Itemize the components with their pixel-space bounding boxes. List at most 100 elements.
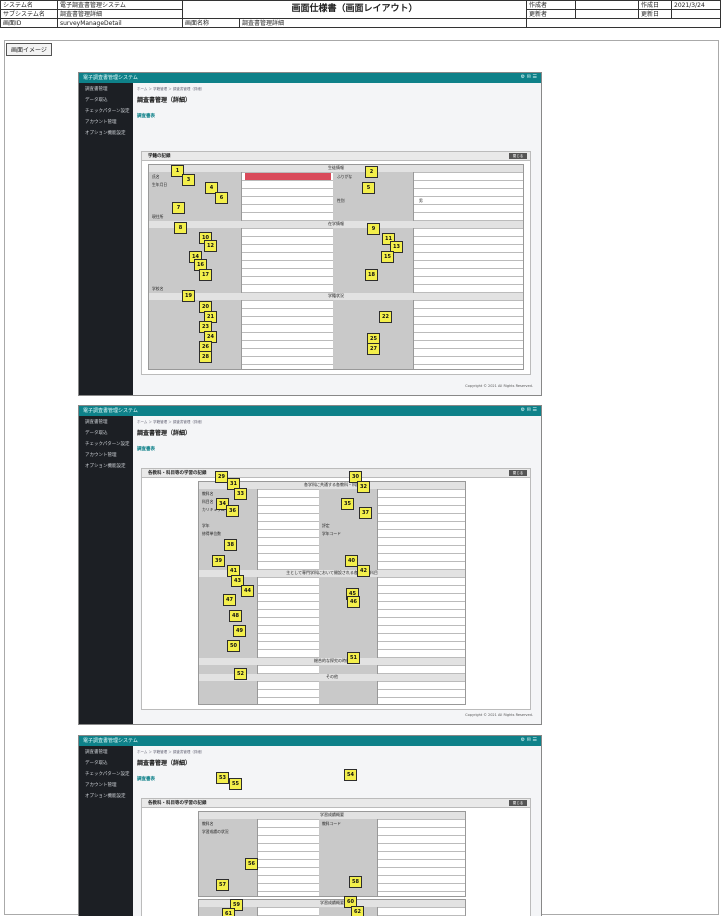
screen-image-3: 電子調査書管理システム ⚙ ✉ ☰ 調査書管理 データ取込 チェックパターン設定… [78,735,542,916]
screen-name-label: 画面名称 [182,18,240,28]
breadcrumb[interactable]: ホーム ＞ 学籍管理 ＞ 調査書管理（詳細） [137,420,537,425]
callout-marker: 52 [234,668,247,680]
card-header: 各教科・科目等の学習の記録 閉じる [142,799,530,808]
page-title: 調査書管理（詳細） [137,760,192,767]
app-brand: 電子調査書管理システム [83,75,138,81]
breadcrumb[interactable]: ホーム ＞ 学籍管理 ＞ 調査書管理（詳細） [137,87,537,92]
name-field-highlight [245,173,331,180]
topbar-icons[interactable]: ⚙ ✉ ☰ [521,74,537,80]
card-title: 学籍の記録 [148,154,171,159]
app-topbar: 電子調査書管理システム ⚙ ✉ ☰ [79,406,541,416]
author-label: 作成者 [526,0,576,10]
callout-marker: 32 [357,481,370,493]
cell-label: 学年 [202,523,210,528]
copyright: Copyright © 2021 All Rights Reserved. [465,384,533,388]
callout-marker: 55 [229,778,242,790]
app-brand: 電子調査書管理システム [83,738,138,744]
system-value: 電子調査書管理システム [57,0,183,10]
callout-marker: 9 [367,223,380,235]
callout-marker: 42 [357,565,370,577]
breadcrumb[interactable]: ホーム ＞ 学籍管理 ＞ 調査書管理（詳細） [137,750,537,755]
sidebar-item-check[interactable]: チェックパターン設定 [79,768,133,779]
close-button[interactable]: 閉じる [509,153,527,159]
doc-title: 画面仕様書（画面レイアウト） [182,0,527,19]
callout-marker: 8 [174,222,187,234]
callout-marker: 58 [349,876,362,888]
screen-id-value: surveyManageDetail [57,18,183,28]
callout-marker: 19 [182,290,195,302]
sidebar-item-option[interactable]: オプション機能設定 [79,460,133,471]
callout-marker: 46 [347,596,360,608]
sidebar-item-account[interactable]: アカウント管理 [79,449,133,460]
callout-marker: 51 [347,652,360,664]
sidebar-item-import[interactable]: データ取込 [79,427,133,438]
cell-label: 氏名 [152,174,160,179]
callout-marker: 38 [224,539,237,551]
sidebar-item-check[interactable]: チェックパターン設定 [79,438,133,449]
app-topbar: 電子調査書管理システム ⚙ ✉ ☰ [79,736,541,746]
callout-marker: 47 [223,594,236,606]
callout-marker: 7 [172,202,185,214]
sidebar-item-account[interactable]: アカウント管理 [79,779,133,790]
summary-grid: 学習成績概要 教科名 教科コード 学習成績の状況 [198,811,466,897]
spec-header-table: システム名 電子調査書管理システム 画面仕様書（画面レイアウト） 作成者 作成日… [0,0,721,28]
callout-marker: 5 [362,182,375,194]
sidebar-item-survey[interactable]: 調査書管理 [79,416,133,427]
card-header: 各教科・科目等の学習の記録 閉じる [142,469,530,478]
callout-marker: 6 [215,192,228,204]
callout-marker: 54 [344,769,357,781]
callout-marker: 15 [381,251,394,263]
subheading: 調査書表 [137,447,155,452]
screen-id-label: 画面ID [0,18,58,28]
close-button[interactable]: 閉じる [509,470,527,476]
section-row: 総合的な探究の時間 [199,658,465,665]
sidebar-item-survey[interactable]: 調査書管理 [79,83,133,94]
subsystem-label: サブシステム名 [0,9,58,19]
created-date-label: 作成日 [638,0,672,10]
callout-marker: 44 [241,585,254,597]
topbar-icons[interactable]: ⚙ ✉ ☰ [521,737,537,743]
copyright: Copyright © 2021 All Rights Reserved. [465,713,533,717]
callout-marker: 50 [227,640,240,652]
callout-marker: 33 [234,488,247,500]
sidebar-item-account[interactable]: アカウント管理 [79,116,133,127]
updater-value [575,9,639,19]
callout-marker: 53 [216,772,229,784]
callout-marker: 49 [233,625,246,637]
sidebar-item-option[interactable]: オプション機能設定 [79,790,133,801]
sidebar-item-check[interactable]: チェックパターン設定 [79,105,133,116]
learning-card-2: 各教科・科目等の学習の記録 閉じる 学習成績概要 教科名 教科コード 学習成績の… [141,798,531,916]
page-description [137,768,537,772]
cell-label: 現住所 [152,214,164,219]
callout-marker: 3 [182,174,195,186]
subsystem-value: 調査書管理詳細 [57,9,183,19]
header-blank [526,18,721,28]
learning-card: 各教科・科目等の学習の記録 閉じる 各学科に共通する各教科・科目 主として専門学… [141,468,531,710]
cell-label: 生年月日 [152,182,168,187]
callout-marker: 28 [199,351,212,363]
sidebar-item-option[interactable]: オプション機能設定 [79,127,133,138]
created-date-value: 2021/3/24 [671,0,721,10]
cell-label: 教科名 [202,821,214,826]
system-label: システム名 [0,0,58,10]
app-main: ホーム ＞ 学籍管理 ＞ 調査書管理（詳細） 調査書管理（詳細） 調査書表 各教… [137,418,537,718]
cell-label: 性別 [337,198,345,203]
callout-marker: 2 [365,166,378,178]
author-value [575,0,639,10]
callout-marker: 57 [216,879,229,891]
screen-name-value: 調査書管理詳細 [239,18,527,28]
sidebar-item-survey[interactable]: 調査書管理 [79,746,133,757]
callout-marker: 27 [367,343,380,355]
updated-date-value [671,9,721,19]
sidebar-item-import[interactable]: データ取込 [79,94,133,105]
close-button[interactable]: 閉じる [509,800,527,806]
card-title: 各教科・科目等の学習の記録 [148,801,207,806]
page-title: 調査書管理（詳細） [137,97,192,104]
cell-value: 男 [419,198,423,203]
cell-label: 学校名 [152,286,164,291]
callout-marker: 12 [204,240,217,252]
sidebar-item-import[interactable]: データ取込 [79,757,133,768]
app-brand: 電子調査書管理システム [83,408,138,414]
updated-date-label: 更新日 [638,9,672,19]
topbar-icons[interactable]: ⚙ ✉ ☰ [521,407,537,413]
